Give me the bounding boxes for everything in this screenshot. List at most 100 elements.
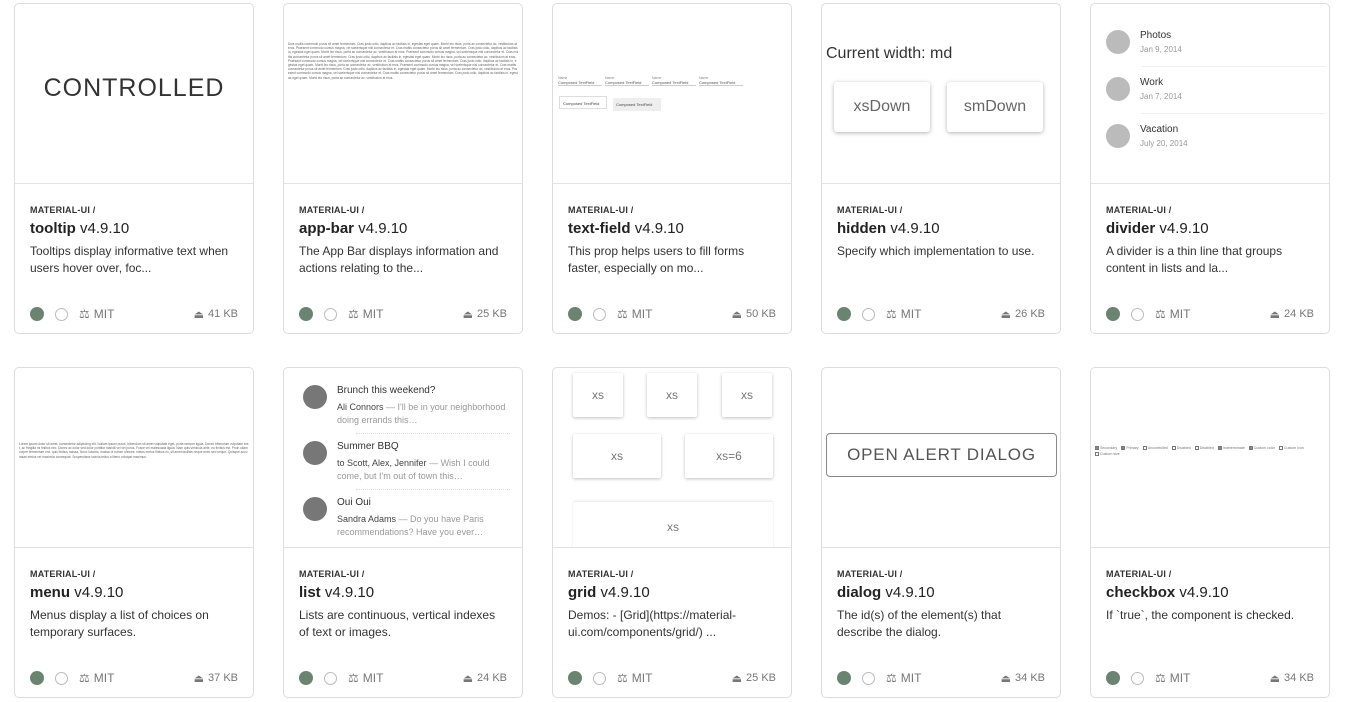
weight-icon: ⏏ [731,308,743,321]
current-width-text: Current width: md [826,45,953,62]
package-card-hidden[interactable]: Current width: md xsDown smDown MATERIAL-U… [821,3,1061,334]
status-dot-icon [568,671,582,685]
package-title[interactable]: hidden v4.9.10 [837,220,1045,237]
package-title[interactable]: grid v4.9.10 [568,584,776,601]
xsdown-button[interactable]: xsDown [834,82,930,132]
package-title[interactable]: divider v4.9.10 [1106,220,1314,237]
text-field[interactable]: Composed TextField [699,80,743,85]
package-card-list[interactable]: Brunch this weekend? Ali Connors — I'll b… [283,367,523,698]
list-item-title: Summer BBQ [337,441,399,452]
preview: Current width: md xsDown smDown [822,4,1060,184]
status-dot-icon [568,307,582,321]
scale-icon: ⚖ [886,671,897,685]
divider [1141,66,1325,67]
checkbox[interactable]: Secondary [1095,446,1117,450]
package-card-text-field[interactable]: Name Composed TextField Name Composed TextF… [552,3,792,334]
checkbox-icon [1095,452,1099,456]
license-label: MIT [93,307,115,321]
checkbox-label: Uncontrolled [1147,446,1168,450]
weight-icon: ⏏ [1269,308,1281,321]
status-dot-icon [299,671,313,685]
package-version: v4.9.10 [1159,220,1209,237]
checkbox[interactable]: Custom icon [1278,446,1304,450]
package-version: v4.9.10 [324,584,375,601]
checkbox-icon [1217,446,1222,450]
package-card-tooltip[interactable]: CONTROLLED MATERIAL-UI / tooltip v4.9.10… [14,3,254,334]
license-label: MIT [1169,671,1191,685]
open-alert-dialog-button[interactable]: OPEN ALERT DIALOG [826,433,1057,477]
checkbox[interactable]: Indeterminate [1217,446,1245,450]
package-name: checkbox [1106,584,1176,601]
weight-icon: ⏏ [731,672,743,685]
grid-item: xs [722,373,772,417]
menu-lorem-text: Lorem ipsum dolor sit amet, consectetur … [19,442,249,459]
filled-field[interactable]: Composed TextField [613,98,661,111]
license-label: MIT [1169,307,1191,321]
weight-icon: ⏏ [1269,672,1281,685]
package-description: If `true`, the component is checked. [1106,608,1295,622]
package-description: Tooltips display informative text when u… [30,244,229,275]
checkbox[interactable]: Custom size [1095,452,1120,456]
avatar [303,385,327,409]
divider [356,489,510,490]
checkbox[interactable]: Disabled [1194,446,1214,450]
grid-item: xs [573,434,661,478]
preview: Photos Jan 9, 2014 Work Jan 7, 2014 Vacation… [1091,4,1329,184]
package-card-dialog[interactable]: OPEN ALERT DIALOG MATERIAL-UI / dialog v… [821,367,1061,698]
scale-icon: ⚖ [79,307,90,321]
globe-icon [1131,671,1144,685]
controlled-tooltip-target[interactable]: CONTROLLED [15,74,253,103]
divider [1141,113,1325,114]
package-title[interactable]: app-bar v4.9.10 [299,220,507,237]
status-dot-icon [1106,307,1120,321]
package-title[interactable]: text-field v4.9.10 [568,220,776,237]
license-label: MIT [93,671,115,685]
package-title[interactable]: list v4.9.10 [299,584,507,601]
avatar [303,441,327,465]
list-item-date: Jan 9, 2014 [1140,45,1182,54]
text-field[interactable]: Composed TextField [652,80,696,85]
license-label: MIT [631,307,653,321]
package-name: text-field [568,220,631,237]
smdown-button[interactable]: smDown [947,82,1043,132]
list-item-title: Brunch this weekend? [337,385,436,396]
list-avatar-icon [1106,30,1130,54]
preview: Secondary Primary Uncontrolled Disabled Disa… [1091,368,1329,548]
package-card-grid[interactable]: xs xs xs xs xs=6 xs MATERIAL-UI / grid v4.9.1… [552,367,792,698]
package-description: Demos: - [Grid](https://material-ui.com/… [568,608,737,639]
globe-icon [862,671,875,685]
checkbox[interactable]: Uncontrolled [1142,446,1168,450]
preview: xs xs xs xs xs=6 xs [553,368,791,548]
package-title[interactable]: checkbox v4.9.10 [1106,584,1314,601]
scale-icon: ⚖ [617,671,628,685]
list-item-title: Oui Oui [337,497,371,508]
scale-icon: ⚖ [348,671,359,685]
globe-icon [55,307,68,321]
package-card-app-bar[interactable]: Duis mollis commodo purus sit amet ferme… [283,3,523,334]
outlined-field[interactable]: Composed TextField [559,96,607,109]
text-field[interactable]: Composed TextField [605,80,649,85]
preview: OPEN ALERT DIALOG [822,368,1060,548]
package-name: hidden [837,220,887,237]
list-item-date: July 20, 2014 [1140,139,1188,148]
globe-icon [862,307,875,321]
package-title[interactable]: menu v4.9.10 [30,584,238,601]
package-card-divider[interactable]: Photos Jan 9, 2014 Work Jan 7, 2014 Vacation… [1090,3,1330,334]
license-label: MIT [362,671,384,685]
scale-icon: ⚖ [79,671,90,685]
list-avatar-icon [1106,77,1130,101]
text-field[interactable]: Composed TextField [558,80,602,85]
package-card-menu[interactable]: Lorem ipsum dolor sit amet, consectetur … [14,367,254,698]
checkbox[interactable]: Primary [1121,446,1139,450]
package-version: v4.9.10 [634,220,684,237]
checkbox[interactable]: Disabled [1171,446,1191,450]
package-card-checkbox[interactable]: Secondary Primary Uncontrolled Disabled Disa… [1090,367,1330,698]
checkbox[interactable]: Custom color [1248,446,1275,450]
preview: Duis mollis commodo purus sit amet ferme… [284,4,522,184]
package-scope: MATERIAL-UI / [837,205,903,215]
list-item-sender: Sandra Adams [337,514,397,524]
package-scope: MATERIAL-UI / [30,205,96,215]
package-scope: MATERIAL-UI / [299,569,365,579]
package-title[interactable]: tooltip v4.9.10 [30,220,238,237]
package-title[interactable]: dialog v4.9.10 [837,584,1045,601]
